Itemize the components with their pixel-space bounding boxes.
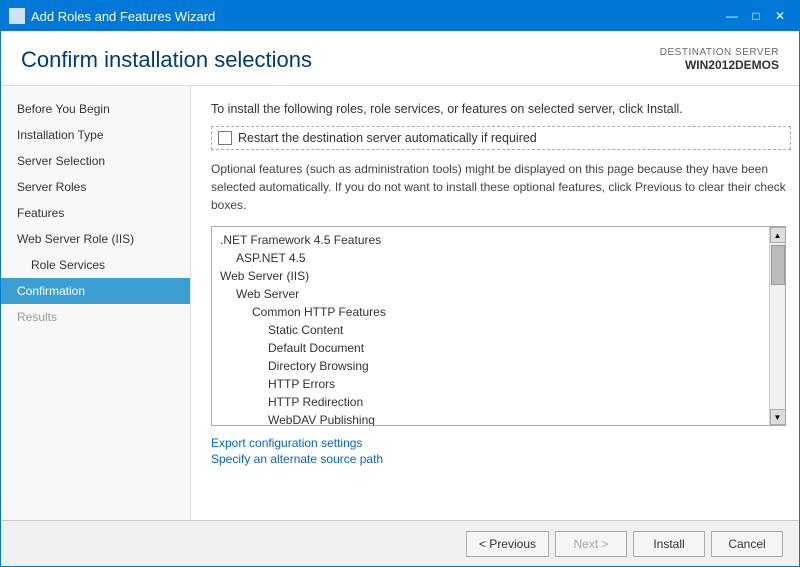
feature-item: Directory Browsing xyxy=(212,357,769,375)
sidebar: Before You BeginInstallation TypeServer … xyxy=(1,86,191,520)
minimize-button[interactable]: — xyxy=(721,6,743,26)
nav-item-role-services[interactable]: Role Services xyxy=(1,252,190,278)
nav-item-server-selection[interactable]: Server Selection xyxy=(1,148,190,174)
feature-item: ASP.NET 4.5 xyxy=(212,249,769,267)
destination-server-info: DESTINATION SERVER WIN2012DEMOS xyxy=(660,47,779,72)
feature-item: HTTP Errors xyxy=(212,375,769,393)
page-title: Confirm installation selections xyxy=(21,47,312,73)
feature-item: Common HTTP Features xyxy=(212,303,769,321)
nav-item-confirmation[interactable]: Confirmation xyxy=(1,278,190,304)
wizard-window: Add Roles and Features Wizard — □ ✕ Conf… xyxy=(0,0,800,567)
dest-server-name: WIN2012DEMOS xyxy=(660,58,779,72)
close-button[interactable]: ✕ xyxy=(769,6,791,26)
nav-item-results: Results xyxy=(1,304,190,330)
feature-item: HTTP Redirection xyxy=(212,393,769,411)
install-button[interactable]: Install xyxy=(633,531,705,557)
instruction-text: To install the following roles, role ser… xyxy=(211,102,779,116)
feature-item: .NET Framework 4.5 Features xyxy=(212,231,769,249)
dest-server-label: DESTINATION SERVER xyxy=(660,47,779,58)
next-button[interactable]: Next > xyxy=(555,531,627,557)
window-icon xyxy=(9,8,25,24)
main-layout: Before You BeginInstallation TypeServer … xyxy=(1,86,799,520)
scrollbar[interactable]: ▲ ▼ xyxy=(769,227,785,425)
link-specify-an-alternate-source-path[interactable]: Specify an alternate source path xyxy=(211,452,779,466)
feature-item: WebDAV Publishing xyxy=(212,411,769,425)
scroll-thumb[interactable] xyxy=(771,245,785,285)
feature-item: Web Server (IIS) xyxy=(212,267,769,285)
optional-text: Optional features (such as administratio… xyxy=(211,160,791,214)
nav-item-features[interactable]: Features xyxy=(1,200,190,226)
links-area: Export configuration settings Specify an … xyxy=(211,436,779,466)
nav-item-before-you-begin[interactable]: Before You Begin xyxy=(1,96,190,122)
footer: < Previous Next > Install Cancel xyxy=(1,520,799,566)
title-bar-left: Add Roles and Features Wizard xyxy=(9,8,215,24)
feature-item: Web Server xyxy=(212,285,769,303)
maximize-button[interactable]: □ xyxy=(745,6,767,26)
scroll-up-button[interactable]: ▲ xyxy=(770,227,786,243)
feature-item: Default Document xyxy=(212,339,769,357)
restart-checkbox-label: Restart the destination server automatic… xyxy=(238,131,537,145)
window-title: Add Roles and Features Wizard xyxy=(31,9,215,24)
restart-checkbox[interactable] xyxy=(218,131,232,145)
nav-item-installation-type[interactable]: Installation Type xyxy=(1,122,190,148)
scroll-down-button[interactable]: ▼ xyxy=(770,409,786,425)
cancel-button[interactable]: Cancel xyxy=(711,531,783,557)
nav-item-web-server-role-(iis)[interactable]: Web Server Role (IIS) xyxy=(1,226,190,252)
header-bar: Confirm installation selections DESTINAT… xyxy=(1,31,799,86)
feature-item: Static Content xyxy=(212,321,769,339)
title-bar: Add Roles and Features Wizard — □ ✕ xyxy=(1,1,799,31)
restart-checkbox-row[interactable]: Restart the destination server automatic… xyxy=(211,126,791,150)
window-controls: — □ ✕ xyxy=(721,6,791,26)
features-list-container: .NET Framework 4.5 FeaturesASP.NET 4.5We… xyxy=(211,226,786,426)
nav-item-server-roles[interactable]: Server Roles xyxy=(1,174,190,200)
previous-button[interactable]: < Previous xyxy=(466,531,549,557)
link-export-configuration-settings[interactable]: Export configuration settings xyxy=(211,436,779,450)
features-list[interactable]: .NET Framework 4.5 FeaturesASP.NET 4.5We… xyxy=(212,227,769,425)
main-content: To install the following roles, role ser… xyxy=(191,86,799,520)
